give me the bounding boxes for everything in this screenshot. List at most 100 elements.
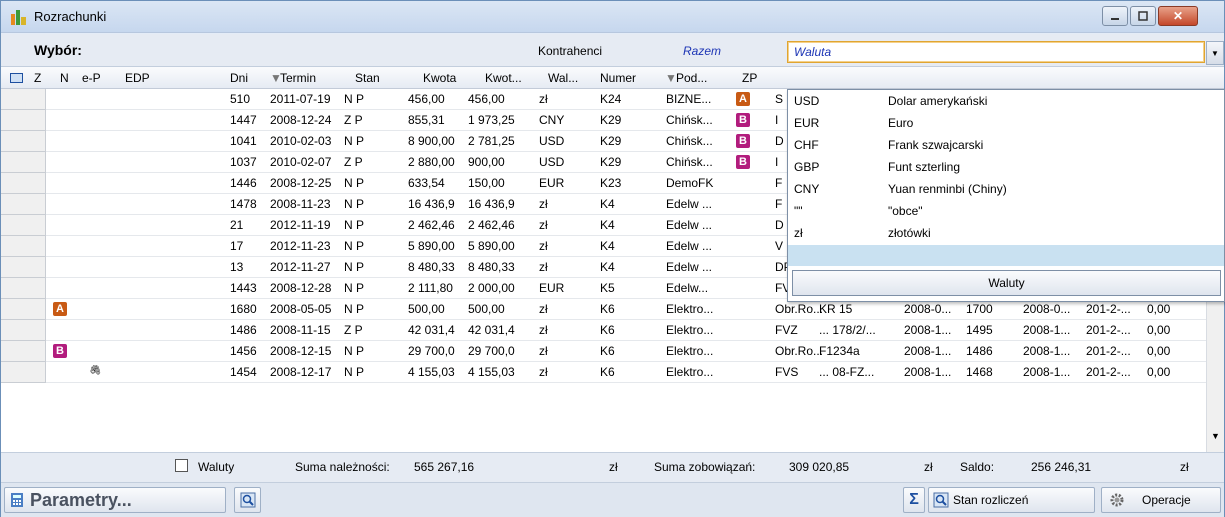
waluta-combo[interactable]: Waluta — [787, 41, 1205, 63]
sum-button[interactable]: Σ — [903, 487, 925, 513]
cell-numer: K4 — [600, 197, 615, 211]
status-badge: B — [53, 344, 67, 358]
dropdown-empty-item[interactable] — [788, 245, 1224, 266]
attachment-icon[interactable]: 🖇 — [89, 365, 102, 376]
row-selector[interactable] — [1, 173, 46, 194]
scroll-down-icon[interactable]: ▼ — [1211, 431, 1220, 441]
window-title: Rozrachunki — [34, 9, 107, 24]
cell-wal: zł — [539, 92, 548, 106]
cell-kwota: 855,31 — [408, 113, 445, 127]
cell-wal: zł — [539, 302, 548, 316]
cell-partial: D — [775, 134, 784, 148]
col-n[interactable]: N — [60, 71, 69, 85]
close-button[interactable]: ✕ — [1158, 6, 1198, 26]
cell-pod: Edelw ... — [666, 218, 713, 232]
row-selector[interactable] — [1, 152, 46, 173]
col-stan[interactable]: Stan — [355, 71, 380, 85]
col-waluta[interactable]: Wal... — [548, 71, 578, 85]
col-termin[interactable]: Termin — [280, 71, 316, 85]
row-selector[interactable] — [1, 257, 46, 278]
zp-badge: B — [736, 113, 750, 127]
cell-kwot2: 2 000,00 — [468, 281, 515, 295]
table-row[interactable]: 🖇 1454 2008-12-17 N P 4 155,03 4 155,03 zł K6 El… — [1, 362, 1206, 383]
row-selector[interactable] — [1, 299, 46, 320]
cell-stan: N P — [344, 92, 365, 106]
razem-filter[interactable]: Razem — [683, 44, 721, 58]
cell-kwota: 2 880,00 — [408, 155, 455, 169]
cell-kwot2: 4 155,03 — [468, 365, 515, 379]
cell-dni: 1456 — [230, 344, 257, 358]
currency-code: EUR — [794, 116, 820, 130]
cell-dni: 1478 — [230, 197, 257, 211]
table-row[interactable]: B 1456 2008-12-15 N P 29 700,0 29 700,0 zł K6 El… — [1, 341, 1206, 362]
table-row[interactable]: 1486 2008-11-15 Z P 42 031,4 42 031,4 zł K6 Ele… — [1, 320, 1206, 341]
cell-extra: 2008-1... — [1023, 365, 1071, 379]
waluta-dropdown-button[interactable]: ▼ — [1206, 41, 1224, 65]
cell-extra: 201-2-... — [1086, 344, 1131, 358]
kontrahenci-filter[interactable]: Kontrahenci — [538, 44, 602, 58]
row-selector[interactable] — [1, 194, 46, 215]
row-selector[interactable] — [1, 320, 46, 341]
waluty-button[interactable]: Waluty — [792, 270, 1221, 296]
cell-kwot2: 150,00 — [468, 176, 505, 190]
cell-numer: K24 — [600, 92, 622, 106]
cell-extra: ... 178/2/... — [819, 323, 876, 337]
col-zp[interactable]: ZP — [742, 71, 757, 85]
maximize-icon — [1138, 11, 1148, 21]
row-selector[interactable] — [1, 278, 46, 299]
row-selector[interactable] — [1, 236, 46, 257]
cell-stan: N P — [344, 176, 365, 190]
currency-option[interactable]: CHF Frank szwajcarski — [788, 135, 1224, 156]
cell-termin: 2010-02-03 — [270, 134, 332, 148]
cell-extra: 0,00 — [1147, 302, 1171, 316]
waluty-checkbox[interactable] — [175, 459, 188, 472]
row-selector[interactable] — [1, 89, 46, 110]
cell-numer: K5 — [600, 281, 615, 295]
operacje-button[interactable]: Operacje — [1101, 487, 1221, 513]
cell-extra: 1495 — [966, 323, 993, 337]
app-icon — [11, 10, 26, 25]
cell-pod: Edelw ... — [666, 239, 713, 253]
col-numer[interactable]: Numer — [600, 71, 636, 85]
currency-label: zł — [1180, 460, 1189, 474]
cell-termin: 2012-11-27 — [270, 260, 331, 274]
col-dni[interactable]: Dni — [230, 71, 248, 85]
row-selector[interactable] — [1, 341, 46, 362]
status-badge: A — [53, 302, 67, 316]
col-ep[interactable]: e-P — [82, 71, 101, 85]
col-edp[interactable]: EDP — [125, 71, 150, 85]
cell-kwota: 8 900,00 — [408, 134, 455, 148]
cell-kwot2: 900,00 — [468, 155, 505, 169]
currency-option[interactable]: "" "obce" — [788, 201, 1224, 222]
cell-dni: 510 — [230, 92, 251, 106]
currency-option[interactable]: EUR Euro — [788, 113, 1224, 134]
row-selector[interactable] — [1, 131, 46, 152]
cell-kwota: 456,00 — [408, 92, 445, 106]
cell-termin: 2008-11-15 — [270, 323, 331, 337]
row-selector[interactable] — [1, 215, 46, 236]
col-kwota[interactable]: Kwota — [423, 71, 456, 85]
currency-code: GBP — [794, 160, 820, 174]
col-kwota-wal[interactable]: Kwot... — [485, 71, 522, 85]
col-z[interactable]: Z — [34, 71, 41, 85]
select-all-checkbox[interactable] — [10, 73, 23, 83]
stan-rozliczen-label: Stan rozliczeń — [953, 493, 1029, 507]
col-podmiot[interactable]: Pod... — [676, 71, 707, 85]
cell-kwota: 8 480,33 — [408, 260, 455, 274]
minimize-button[interactable] — [1102, 6, 1128, 26]
row-selector[interactable] — [1, 110, 46, 131]
stan-rozliczen-button[interactable]: Stan rozliczeń — [928, 487, 1095, 513]
parametry-button[interactable]: Parametry... — [4, 487, 226, 513]
table-row[interactable]: A 1680 2008-05-05 N P 500,00 500,00 zł K6 Elektr… — [1, 299, 1206, 320]
cell-dni: 1680 — [230, 302, 257, 316]
maximize-button[interactable] — [1130, 6, 1156, 26]
currency-code: zł — [794, 226, 803, 240]
currency-option[interactable]: CNY Yuan renminbi (Chiny) — [788, 179, 1224, 200]
row-selector[interactable] — [1, 362, 46, 383]
cell-numer: K29 — [600, 155, 622, 169]
currency-option[interactable]: zł złotówki — [788, 223, 1224, 244]
search-button[interactable] — [234, 487, 261, 513]
saldo-value: 256 246,31 — [1031, 460, 1092, 474]
currency-option[interactable]: GBP Funt szterling — [788, 157, 1224, 178]
currency-option[interactable]: USD Dolar amerykański — [788, 91, 1224, 112]
